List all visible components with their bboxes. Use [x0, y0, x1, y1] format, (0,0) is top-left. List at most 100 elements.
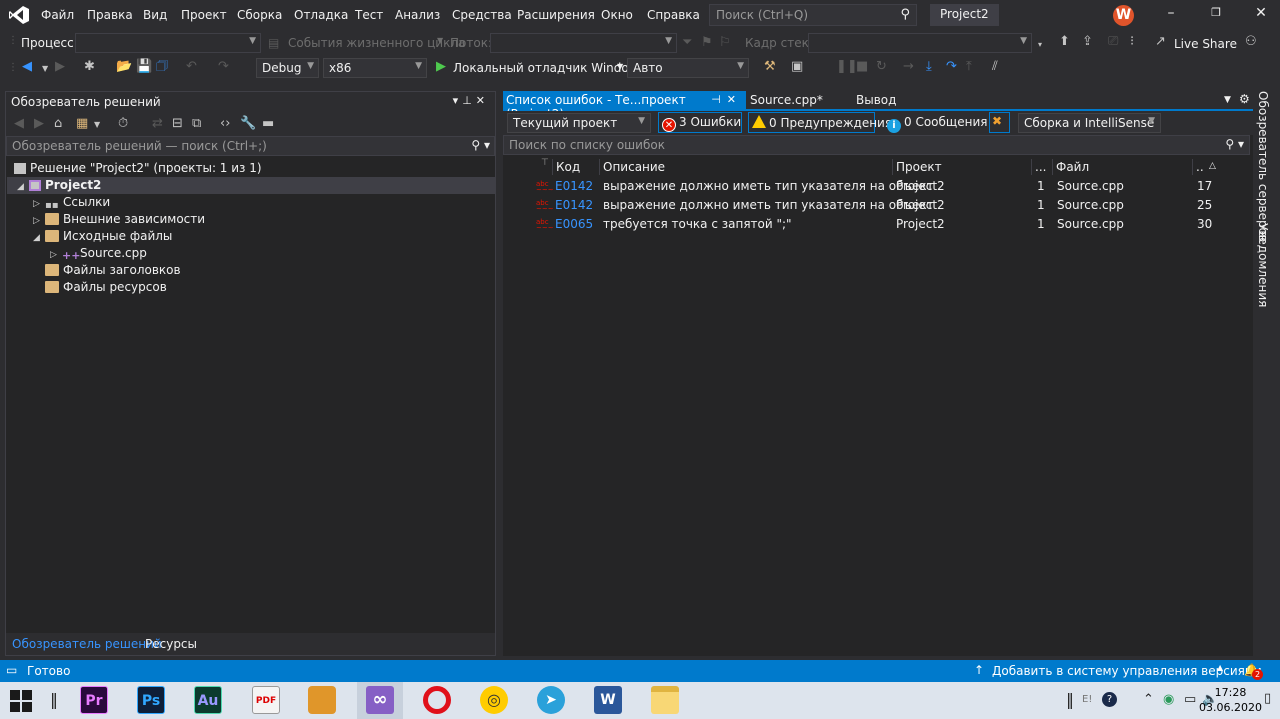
- user-avatar[interactable]: W: [1113, 5, 1134, 26]
- step-into-icon[interactable]: ⤓: [926, 59, 932, 75]
- tree-source-cpp[interactable]: ▷ ++Source.cpp: [50, 245, 147, 262]
- show-all-files-icon[interactable]: ⧉: [192, 116, 201, 132]
- sync-icon[interactable]: ⇄: [152, 116, 163, 132]
- tab-solution-explorer[interactable]: Обозреватель решений: [12, 637, 162, 651]
- forward-icon[interactable]: ▶: [34, 116, 44, 132]
- navigate-forward-icon[interactable]: ▶: [55, 59, 65, 75]
- tree-references[interactable]: ▷ ▪▪ Ссылки: [33, 194, 110, 211]
- stop-icon[interactable]: ■: [856, 59, 868, 75]
- live-share-icon[interactable]: ↗: [1155, 34, 1166, 50]
- tree-external-deps[interactable]: ▷ Внешние зависимости: [33, 211, 205, 228]
- warnings-filter-button[interactable]: 0 Предупреждения: [748, 112, 892, 133]
- error-row[interactable]: abc ~~~ E0065 требуется точка с запятой "…: [503, 215, 1250, 234]
- debug-mode-combo[interactable]: Авто ▼: [627, 58, 749, 78]
- category-sort-icon[interactable]: ⊤: [541, 158, 549, 168]
- tree-solution[interactable]: Решение "Project2" (проекты: 1 из 1): [14, 160, 262, 177]
- file-explorer-icon[interactable]: [651, 686, 679, 714]
- toggle-comment-icon[interactable]: ⫽: [992, 59, 998, 75]
- redo-icon[interactable]: ↷: [218, 59, 229, 75]
- error-code[interactable]: E0142: [555, 198, 593, 212]
- tab-error-list[interactable]: Список ошибок - Те...проект (Project2) ⊣…: [503, 91, 746, 121]
- tab-source-cpp[interactable]: Source.cpp*: [750, 93, 823, 107]
- close-icon[interactable]: ✕: [1254, 6, 1268, 20]
- menu-build[interactable]: Сборка: [237, 8, 282, 22]
- column-line[interactable]: ..: [1196, 160, 1204, 174]
- visual-studio-icon[interactable]: ∞: [366, 686, 394, 714]
- pdf-editor-icon[interactable]: PDF: [252, 686, 280, 714]
- premiere-pro-icon[interactable]: Pr: [80, 686, 108, 714]
- clear-filter-icon[interactable]: ✖: [989, 112, 1010, 133]
- restore-icon[interactable]: ❐: [1209, 6, 1223, 20]
- screenshot-icon[interactable]: ▣: [791, 59, 803, 75]
- tab-server-explorer[interactable]: Обозреватель серверов: [1256, 91, 1270, 242]
- home-icon[interactable]: ⌂: [54, 116, 62, 132]
- taskbar-clock[interactable]: 17:28 03.06.2020: [1199, 685, 1262, 715]
- thread-combo[interactable]: ▼: [490, 33, 677, 53]
- open-file-icon[interactable]: 📂: [116, 59, 132, 75]
- menu-tools[interactable]: Средства: [452, 8, 512, 22]
- view-code-icon[interactable]: ‹›: [220, 116, 230, 132]
- ray-app-icon[interactable]: ◎: [480, 686, 508, 714]
- word-icon[interactable]: W: [594, 686, 622, 714]
- windows-start-icon[interactable]: [10, 690, 32, 712]
- status-output-icon[interactable]: ▭: [6, 663, 17, 677]
- switch-views-icon[interactable]: ▦: [76, 116, 88, 132]
- flag-icon[interactable]: ⚑: [701, 35, 713, 51]
- column-description[interactable]: Описание: [603, 160, 665, 174]
- tray-chevron-up-icon[interactable]: ⌃: [1143, 692, 1154, 707]
- expanded-arrow-icon[interactable]: ◢: [17, 179, 29, 196]
- deploy-icon[interactable]: ⬆: [1059, 34, 1070, 50]
- restart-icon[interactable]: ↻: [876, 59, 887, 75]
- errors-filter-button[interactable]: ✕ 3 Ошибки: [658, 112, 742, 133]
- menu-edit[interactable]: Правка: [87, 8, 133, 22]
- save-icon[interactable]: 💾: [136, 59, 152, 75]
- menu-window[interactable]: Окно: [601, 8, 633, 22]
- minimize-icon[interactable]: –: [1164, 6, 1178, 20]
- tree-project[interactable]: ◢ Project2: [7, 177, 496, 194]
- solution-platform-combo[interactable]: x86 ▼: [323, 58, 427, 78]
- error-code[interactable]: E0142: [555, 179, 593, 193]
- close-icon[interactable]: ✕: [727, 93, 742, 106]
- column-file[interactable]: Файл: [1056, 160, 1089, 174]
- live-share-button[interactable]: Live Share: [1174, 37, 1237, 51]
- step-out-icon[interactable]: ⤒: [966, 59, 972, 75]
- action-center-icon[interactable]: ▯: [1264, 691, 1271, 706]
- filter-icon[interactable]: ⏷: [682, 35, 692, 51]
- expanded-arrow-icon[interactable]: ◢: [33, 230, 45, 247]
- feedback-icon[interactable]: ⚇: [1245, 34, 1257, 50]
- clear-icon[interactable]: ⎚: [1108, 34, 1118, 50]
- pin-icon[interactable]: ⊣: [711, 93, 727, 106]
- opera-icon[interactable]: [423, 686, 451, 714]
- archiver-icon[interactable]: [308, 686, 336, 714]
- menu-extensions[interactable]: Расширения: [517, 8, 595, 22]
- telegram-icon[interactable]: ➤: [537, 686, 565, 714]
- show-next-statement-icon[interactable]: →: [903, 59, 914, 75]
- navigate-back-icon[interactable]: ◀: [22, 59, 32, 75]
- flag-threads-icon[interactable]: ⚐: [719, 35, 731, 51]
- tab-resources[interactable]: Ресурсы: [145, 637, 197, 651]
- new-project-icon[interactable]: ✱: [84, 59, 95, 75]
- menu-project[interactable]: Проект: [181, 8, 227, 22]
- scope-combo[interactable]: Текущий проект ▼: [507, 113, 651, 133]
- back-icon[interactable]: ◀: [14, 116, 24, 132]
- tab-notifications[interactable]: Уведомления: [1256, 223, 1270, 307]
- panel-menu-icon[interactable]: ▾: [453, 94, 463, 107]
- menu-file[interactable]: Файл: [41, 8, 74, 22]
- process-combo[interactable]: ▼: [75, 33, 261, 53]
- quick-search-input[interactable]: Поиск (Ctrl+Q) ⚲: [709, 4, 917, 26]
- task-view-icon[interactable]: ‖: [50, 690, 58, 709]
- publish-icon[interactable]: ⇪: [1082, 34, 1093, 50]
- tab-output[interactable]: Вывод: [856, 93, 896, 107]
- properties-wrench-icon[interactable]: 🔧: [240, 116, 256, 132]
- close-icon[interactable]: ✕: [476, 94, 489, 107]
- column-suppression[interactable]: ...: [1035, 160, 1046, 174]
- audition-icon[interactable]: Au: [194, 686, 222, 714]
- undo-icon[interactable]: ↶: [186, 59, 197, 75]
- tree-header-files[interactable]: Файлы заголовков: [45, 262, 181, 279]
- tree-source-files[interactable]: ◢ Исходные файлы: [33, 228, 172, 245]
- collapse-all-icon[interactable]: ⊟: [172, 116, 183, 132]
- start-debugging-icon[interactable]: ▶: [436, 59, 446, 75]
- toolbar-options-icon[interactable]: ▾: [1038, 37, 1042, 53]
- help-icon[interactable]: ?: [1102, 692, 1117, 707]
- column-project[interactable]: Проект: [896, 160, 942, 174]
